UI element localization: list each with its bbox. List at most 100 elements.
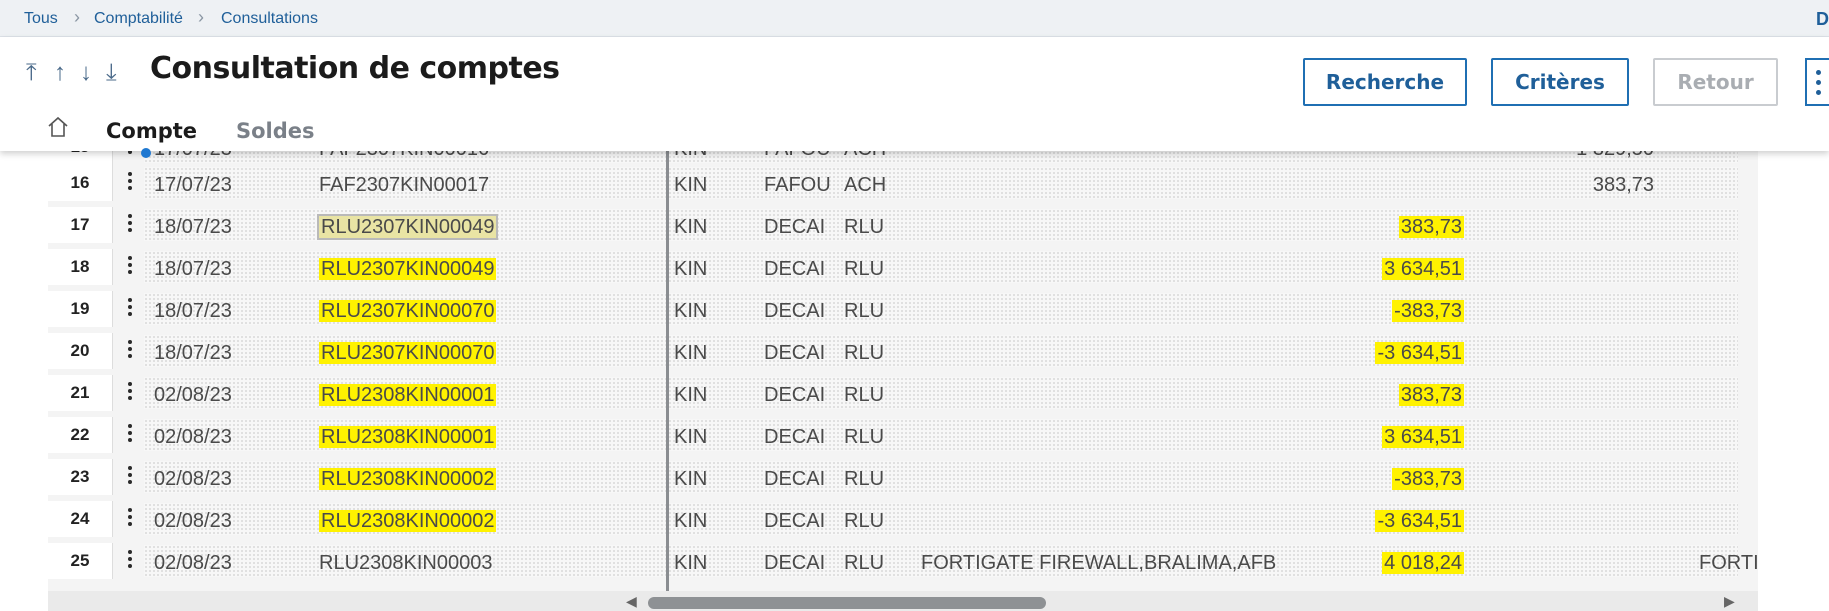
row-menu-icon[interactable]: [128, 256, 134, 277]
cell-amount2: [1544, 209, 1654, 245]
row-menu-icon[interactable]: [128, 340, 134, 361]
row-menu-icon[interactable]: [128, 508, 134, 529]
table-row[interactable]: 15 17/07/23 FAF2307KIN00016 KIN FAFOU AC…: [48, 151, 1758, 165]
accounts-grid: 15 17/07/23 FAF2307KIN00016 KIN FAFOU AC…: [48, 151, 1758, 591]
cell-site: KIN: [674, 510, 708, 532]
cell-date: 02/08/23: [154, 552, 232, 574]
page-title: Consultation de comptes: [150, 51, 560, 86]
row-menu-icon[interactable]: [128, 298, 134, 319]
cell-amount: -3 634,51: [1344, 503, 1464, 539]
chevron-right-icon: ›: [74, 7, 80, 27]
cell-piece: RLU2307KIN00070: [319, 335, 497, 371]
cell-type: RLU: [844, 510, 885, 532]
cell-amount-text: -3 634,51: [1375, 510, 1464, 532]
row-menu-icon[interactable]: [128, 550, 134, 571]
cell-site: KIN: [674, 174, 708, 196]
cell-type: RLU: [844, 258, 885, 280]
cell-journal: DECAI: [764, 510, 826, 532]
first-icon[interactable]: ⤒: [26, 55, 37, 91]
cell-piece-text: RLU2308KIN00001: [319, 426, 497, 448]
last-icon[interactable]: ⤓: [106, 55, 117, 91]
cell-piece-text: RLU2308KIN00001: [319, 384, 497, 406]
breadcrumb: Tous › Comptabilité › Consultations D: [0, 0, 1829, 37]
scroll-right-icon[interactable]: ▶: [1724, 593, 1735, 610]
cell-date: 18/07/23: [154, 258, 232, 280]
user-initial[interactable]: D: [1816, 9, 1829, 30]
table-row[interactable]: 24 02/08/23 RLU2308KIN00002 KIN DECAI RLU -3 6…: [48, 501, 1758, 537]
row-menu-icon[interactable]: [128, 466, 134, 487]
cell-site: KIN: [674, 426, 708, 448]
table-row[interactable]: 20 18/07/23 RLU2307KIN00070 KIN DECAI RLU -3 6…: [48, 333, 1758, 369]
cell-piece: RLU2308KIN00003: [319, 545, 492, 581]
cell-journal: DECAI: [764, 258, 826, 280]
cell-piece: FAF2307KIN00017: [319, 167, 489, 203]
table-row[interactable]: 17 18/07/23 RLU2307KIN00049 KIN DECAI RLU 383,…: [48, 207, 1758, 243]
cell-journal: DECAI: [764, 426, 826, 448]
cell-journal: FAFOU: [764, 174, 831, 196]
cell-piece-text: RLU2308KIN00002: [319, 468, 497, 490]
table-row[interactable]: 22 02/08/23 RLU2308KIN00001 KIN DECAI RLU 3 63…: [48, 417, 1758, 453]
row-menu-icon[interactable]: [128, 151, 134, 157]
cell-amount-text: -3 634,51: [1375, 342, 1464, 364]
cell-amount-text: -383,73: [1392, 300, 1464, 322]
next-icon[interactable]: ↓: [80, 55, 92, 91]
cell-date: 18/07/23: [154, 300, 232, 322]
column-splitter[interactable]: [666, 151, 669, 591]
cell-date: 02/08/23: [154, 510, 232, 532]
back-button[interactable]: Retour: [1653, 58, 1778, 106]
table-row[interactable]: 23 02/08/23 RLU2308KIN00002 KIN DECAI RLU -383…: [48, 459, 1758, 495]
search-button[interactable]: Recherche: [1303, 58, 1467, 106]
row-number: 24: [48, 501, 113, 537]
row-menu-icon[interactable]: [128, 214, 134, 235]
row-number: 22: [48, 417, 113, 453]
cell-amount-text: 3 634,51: [1382, 426, 1464, 448]
row-number: 16: [48, 165, 113, 201]
cell-piece-text: RLU2308KIN00003: [319, 552, 493, 574]
cell-amount-text: -383,73: [1392, 468, 1464, 490]
cell-amount-text: 4 018,24: [1382, 552, 1464, 574]
cell-amount: [1344, 167, 1464, 203]
cell-journal: DECAI: [764, 300, 826, 322]
cell-journal: DECAI: [764, 384, 826, 406]
cell-date: 18/07/23: [154, 216, 232, 238]
horizontal-scrollbar[interactable]: [648, 597, 1046, 609]
cell-journal: DECAI: [764, 552, 826, 574]
cell-piece: RLU2308KIN00002: [319, 461, 497, 497]
table-row[interactable]: 16 17/07/23 FAF2307KIN00017 KIN FAFOU ACH 383,…: [48, 165, 1758, 201]
row-number: 20: [48, 333, 113, 369]
breadcrumb-comptabilite[interactable]: Comptabilité: [94, 10, 183, 28]
cell-piece-text: RLU2307KIN00070: [319, 300, 497, 322]
row-number: 18: [48, 249, 113, 285]
table-row[interactable]: 21 02/08/23 RLU2308KIN00001 KIN DECAI RLU 383,…: [48, 375, 1758, 411]
cell-amount2: [1544, 419, 1654, 455]
table-row[interactable]: 19 18/07/23 RLU2307KIN00070 KIN DECAI RLU -383…: [48, 291, 1758, 327]
cell-piece-text: RLU2308KIN00002: [319, 510, 497, 532]
tab-soldes[interactable]: Soldes: [236, 119, 315, 143]
selection-indicator: [141, 148, 151, 158]
table-row[interactable]: 25 02/08/23 RLU2308KIN00003 KIN DECAI RLU FORT…: [48, 543, 1758, 579]
cell-piece-text: RLU2307KIN00070: [319, 342, 497, 364]
breadcrumb-consultations[interactable]: Consultations: [221, 10, 318, 28]
row-menu-icon[interactable]: [128, 172, 134, 193]
row-menu-icon[interactable]: [128, 382, 134, 403]
table-row[interactable]: 18 18/07/23 RLU2307KIN00049 KIN DECAI RLU 3 63…: [48, 249, 1758, 285]
horizontal-scrollbar-track[interactable]: ◀ ▶: [48, 591, 1758, 611]
criteria-button[interactable]: Critères: [1491, 58, 1629, 106]
home-icon[interactable]: [46, 115, 70, 139]
row-menu-icon[interactable]: [128, 424, 134, 445]
cell-piece: RLU2307KIN00049: [316, 209, 499, 245]
more-button[interactable]: [1805, 58, 1829, 106]
cell-piece-text: FAF2307KIN00017: [319, 174, 490, 196]
chevron-right-icon: ›: [198, 7, 204, 27]
cell-piece: RLU2307KIN00070: [319, 293, 497, 329]
cell-amount: 383,73: [1344, 209, 1464, 245]
page-header: ⤒ ↑ ↓ ⤓ Consultation de comptes Recherch…: [0, 37, 1829, 151]
previous-icon[interactable]: ↑: [54, 55, 66, 91]
cell-type: RLU: [844, 384, 885, 406]
cell-site: KIN: [674, 258, 708, 280]
scroll-left-icon[interactable]: ◀: [626, 593, 637, 610]
tab-compte[interactable]: Compte: [106, 119, 197, 143]
cell-amount: 3 634,51: [1344, 419, 1464, 455]
cell-type: RLU: [844, 216, 885, 238]
breadcrumb-tous[interactable]: Tous: [24, 10, 58, 28]
